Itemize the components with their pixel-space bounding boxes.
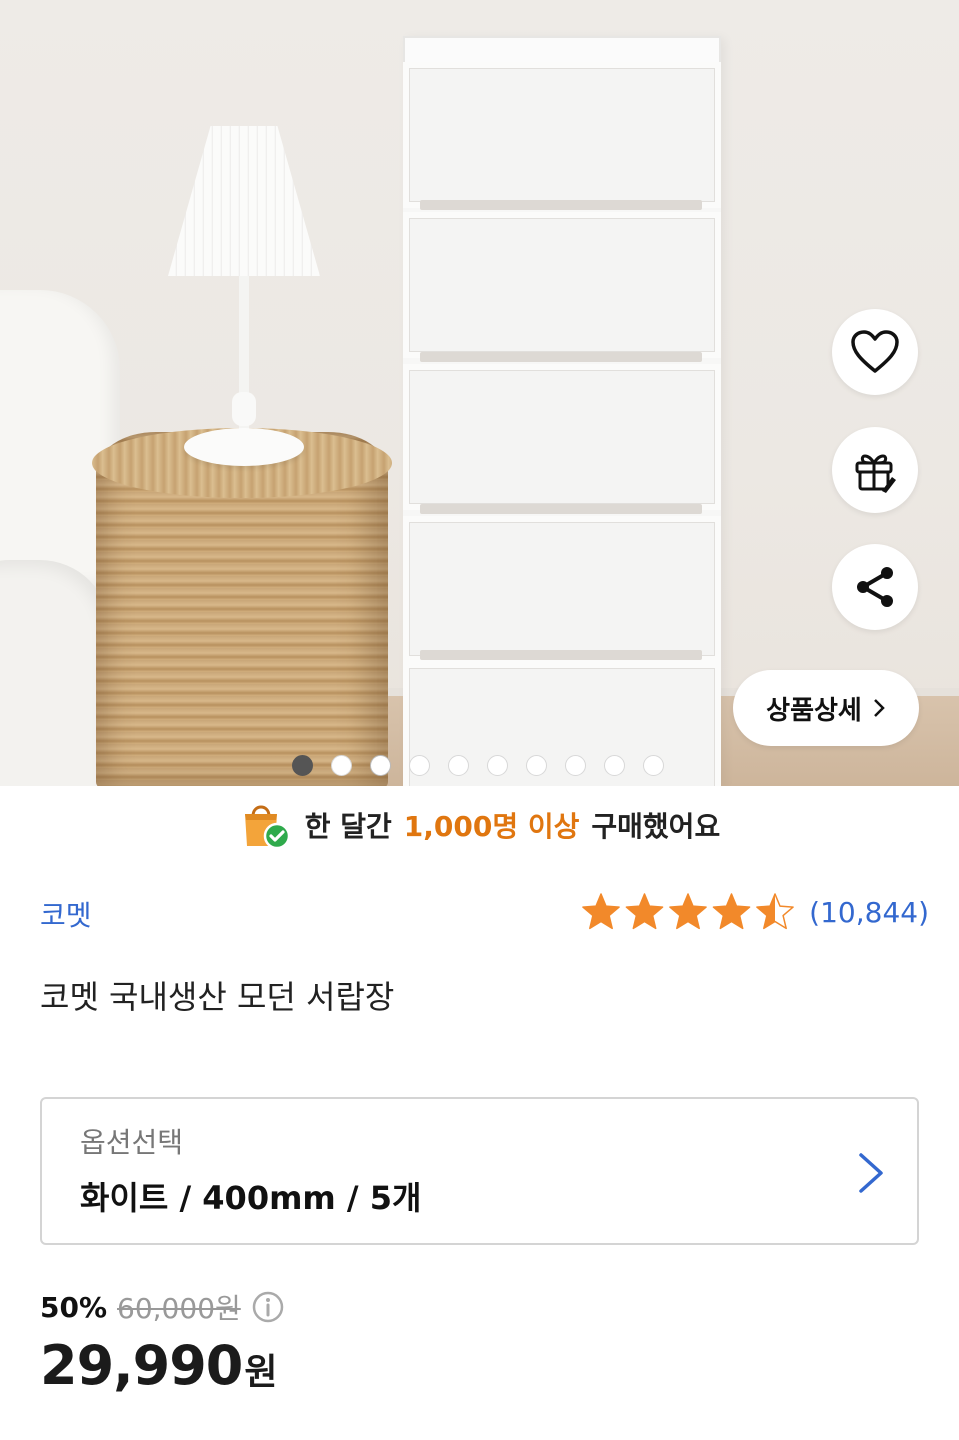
info-icon[interactable] [251,1290,285,1324]
bed [0,560,110,786]
discount-rate: 50% [40,1290,108,1324]
option-selector[interactable]: 옵션선택 화이트 / 400mm / 5개 [40,1097,919,1245]
carousel-dot-active[interactable] [292,755,313,776]
shopping-bag-check-icon [244,805,291,850]
drawer-gap [420,504,702,514]
carousel-dot[interactable] [409,755,430,776]
rating[interactable]: (10,844) [579,892,929,932]
drawer-4 [403,516,721,662]
carousel-dot[interactable] [448,755,469,776]
carousel-dot[interactable] [565,755,586,776]
carousel-dot[interactable] [604,755,625,776]
product-detail-button[interactable]: 상품상세 [733,670,919,746]
drawer-gap [420,352,702,362]
share-button[interactable] [832,544,918,630]
drawer-gap [420,200,702,210]
currency-unit: 원 [244,1352,278,1393]
star [712,893,751,930]
rating-count: (10,844) [809,895,929,929]
carousel-dot[interactable] [331,755,352,776]
purchase-count-banner: 한 달간 1,000명 이상 구매했어요 [0,792,959,858]
share-icon [857,567,893,607]
product-detail-label: 상품상세 [766,695,862,726]
product-title: 코멧 국내생산 모던 서랍장 [40,978,395,1016]
brand-link[interactable]: 코멧 [40,894,92,934]
carousel-dot[interactable] [487,755,508,776]
drawer-2 [403,212,721,358]
chevron-right-icon [873,699,885,717]
chevron-right-icon [859,1153,883,1193]
gift-icon [855,454,896,493]
product-image-carousel[interactable]: 상품상세 [0,0,959,786]
sale-price-value: 29,990 [40,1334,243,1397]
original-price: 60,000원 [117,1292,241,1325]
banner-prefix: 한 달간 [304,810,392,843]
banner-highlight: 1,000명 이상 [403,810,580,843]
banner-suffix: 구매했어요 [591,810,721,843]
star [669,893,708,930]
carousel-dot[interactable] [643,755,664,776]
star [625,893,664,930]
heart-icon [851,330,899,373]
drawer-3 [403,364,721,510]
discount-row: 50% 60,000원 [40,1287,285,1327]
drawer-1 [403,62,721,208]
carousel-dot[interactable] [370,755,391,776]
star [582,893,621,930]
star [756,893,795,930]
lamp-knob [232,392,256,426]
carousel-indicator [292,755,664,776]
option-value: 화이트 / 400mm / 5개 [80,1179,422,1217]
drawer-gap [420,650,702,660]
option-label: 옵션선택 [80,1126,184,1159]
wishlist-button[interactable] [832,309,918,395]
sale-price: 29,990 원 [40,1334,278,1397]
lamp-base [184,428,304,466]
gift-button[interactable] [832,427,918,513]
star-rating-icon [582,893,795,930]
lamp-shade [168,126,320,276]
carousel-dot[interactable] [526,755,547,776]
